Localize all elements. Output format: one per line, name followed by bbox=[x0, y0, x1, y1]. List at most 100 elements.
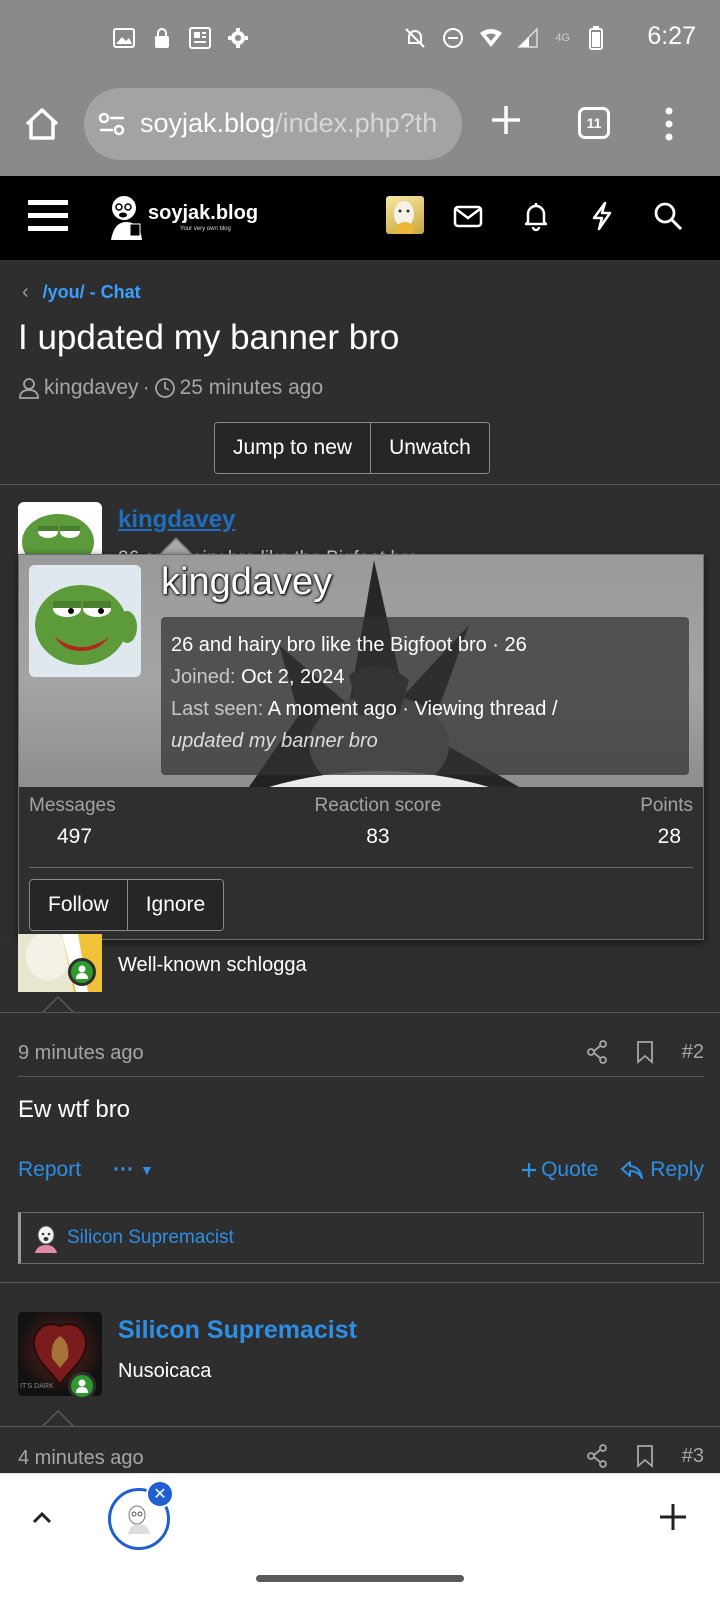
mute-icon bbox=[403, 26, 427, 50]
user-icon bbox=[19, 378, 39, 399]
whats-new-button[interactable] bbox=[586, 200, 618, 232]
stat-value: 83 bbox=[366, 825, 390, 848]
plus-icon bbox=[660, 1504, 686, 1530]
logo-tagline: Your very own blog bbox=[180, 226, 231, 232]
jump-to-new-button[interactable]: Jump to new bbox=[215, 423, 371, 473]
stat-points[interactable]: Points 28 bbox=[640, 795, 693, 849]
tooltip-stats: Messages 497 Reaction score 83 Points 28 bbox=[29, 795, 693, 849]
wifi-icon bbox=[479, 26, 503, 50]
search-icon bbox=[654, 202, 683, 231]
thread-title: I updated my banner bro bbox=[18, 318, 400, 357]
url-bar[interactable]: soyjak.blog/index.php?th bbox=[84, 88, 462, 160]
post3-tools: #3 bbox=[586, 1444, 704, 1468]
signal-icon bbox=[517, 26, 541, 50]
unwatch-button[interactable]: Unwatch bbox=[370, 423, 489, 473]
site-header: soyjak.blog Your very own blog bbox=[0, 176, 720, 260]
tooltip-info: 26 and hairy bro like the Bigfoot bro · … bbox=[161, 617, 689, 775]
status-icons-left bbox=[112, 26, 250, 50]
browser-toolbar: soyjak.blog/index.php?th 11 bbox=[0, 78, 720, 176]
tooltip-actions: Follow Ignore bbox=[29, 879, 225, 931]
post2-time[interactable]: 9 minutes ago bbox=[18, 1042, 144, 1065]
nav-menu-button[interactable] bbox=[28, 198, 68, 234]
reply-button[interactable]: Reply bbox=[620, 1158, 704, 1182]
home-button[interactable] bbox=[22, 104, 62, 144]
chevron-up-icon bbox=[32, 1511, 52, 1524]
new-tab-button[interactable] bbox=[488, 102, 524, 138]
last-seen-thread[interactable]: updated my banner bro bbox=[171, 725, 679, 757]
share-icon[interactable] bbox=[586, 1444, 608, 1468]
reactions-bar[interactable]: Silicon Supremacist bbox=[18, 1212, 704, 1264]
post3-number[interactable]: #3 bbox=[682, 1445, 704, 1468]
stat-messages[interactable]: Messages 497 bbox=[29, 795, 116, 849]
post2-actions: Report ··· ▼ Quote Reply bbox=[18, 1158, 704, 1182]
clock-icon bbox=[154, 378, 175, 398]
post2-body: Ew wtf bro bbox=[18, 1096, 131, 1123]
tab-switcher-button[interactable]: 11 bbox=[578, 107, 610, 139]
post3-time[interactable]: 4 minutes ago bbox=[18, 1447, 144, 1470]
divider bbox=[0, 1012, 720, 1013]
scroll-up-button[interactable] bbox=[28, 1504, 56, 1532]
profile-banner: kingdavey 26 and hairy bro like the Bigf… bbox=[19, 555, 703, 787]
tooltip-username[interactable]: kingdavey bbox=[161, 561, 332, 604]
url-path: /index.php?th bbox=[275, 108, 438, 138]
tooltip-blurb: 26 and hairy bro like the Bigfoot bro · … bbox=[171, 634, 527, 656]
image-icon bbox=[112, 26, 136, 50]
status-icons-right: 4G bbox=[403, 26, 608, 50]
quote-button[interactable]: Quote bbox=[521, 1158, 598, 1182]
tooltip-avatar[interactable] bbox=[29, 565, 141, 677]
post-pointer-inner bbox=[43, 1412, 73, 1427]
soyjak-logo-icon bbox=[111, 196, 142, 240]
logo-text: soyjak.blog bbox=[148, 202, 259, 224]
account-avatar[interactable] bbox=[386, 196, 424, 234]
last-seen-value: A moment ago · Viewing thread / bbox=[267, 698, 558, 720]
stat-value: 28 bbox=[657, 825, 681, 848]
stat-label: Reaction score bbox=[314, 795, 442, 816]
add-tab-button[interactable] bbox=[656, 1500, 690, 1534]
post1-author[interactable]: kingdavey bbox=[118, 506, 235, 534]
thread-author[interactable]: kingdavey bbox=[44, 376, 139, 400]
site-logo[interactable]: soyjak.blog Your very own blog bbox=[108, 194, 268, 240]
post2-actions-left: Report ··· ▼ bbox=[18, 1158, 154, 1182]
breadcrumb-link[interactable]: /you/ - Chat bbox=[43, 282, 141, 303]
report-link[interactable]: Report bbox=[18, 1158, 81, 1182]
avatar-caption: IT'S DARK bbox=[20, 1383, 54, 1390]
home-gesture-bar[interactable] bbox=[256, 1575, 464, 1582]
hamburger-icon bbox=[28, 200, 68, 231]
post2-tools: #2 bbox=[586, 1040, 704, 1064]
post1-avatar[interactable] bbox=[18, 502, 102, 562]
member-tooltip: kingdavey 26 and hairy bro like the Bigf… bbox=[18, 554, 704, 940]
search-button[interactable] bbox=[652, 200, 684, 232]
url-host: soyjak.blog bbox=[140, 108, 276, 138]
share-icon[interactable] bbox=[586, 1040, 608, 1064]
site-settings-icon[interactable] bbox=[98, 112, 126, 136]
bookmark-icon[interactable] bbox=[636, 1040, 654, 1064]
more-dots: ··· bbox=[113, 1158, 135, 1181]
browser-menu-button[interactable] bbox=[664, 106, 674, 142]
bookmark-icon[interactable] bbox=[636, 1444, 654, 1468]
thread-time[interactable]: 25 minutes ago bbox=[180, 376, 324, 400]
more-options-button[interactable]: ··· ▼ bbox=[113, 1158, 154, 1182]
post2-actions-right: Quote Reply bbox=[521, 1158, 704, 1182]
alerts-button[interactable] bbox=[520, 200, 552, 232]
breadcrumb[interactable]: ‹ /you/ - Chat bbox=[22, 281, 141, 304]
lightning-icon bbox=[592, 201, 612, 231]
joined-label: Joined: bbox=[171, 666, 236, 688]
reaction-user[interactable]: Silicon Supremacist bbox=[67, 1227, 234, 1249]
caret-down-icon: ▼ bbox=[140, 1162, 154, 1178]
post3-author[interactable]: Silicon Supremacist bbox=[118, 1316, 357, 1345]
pepe-avatar-image bbox=[29, 565, 141, 677]
inbox-button[interactable] bbox=[452, 200, 484, 232]
quote-label: Quote bbox=[541, 1158, 599, 1181]
stat-reaction-score[interactable]: Reaction score 83 bbox=[315, 795, 442, 849]
pepe-avatar-image bbox=[18, 502, 102, 562]
follow-button[interactable]: Follow bbox=[30, 880, 127, 930]
plus-icon bbox=[492, 106, 520, 134]
online-status-icon bbox=[68, 1372, 96, 1400]
post2-number[interactable]: #2 bbox=[682, 1041, 704, 1064]
close-tab-group-button[interactable]: ✕ bbox=[146, 1480, 174, 1508]
home-icon bbox=[25, 108, 59, 140]
ignore-button[interactable]: Ignore bbox=[126, 880, 224, 930]
clock: 6:27 bbox=[647, 22, 696, 50]
avatar-image bbox=[394, 201, 414, 234]
browser-bottom-bar: ✕ bbox=[0, 1473, 720, 1561]
